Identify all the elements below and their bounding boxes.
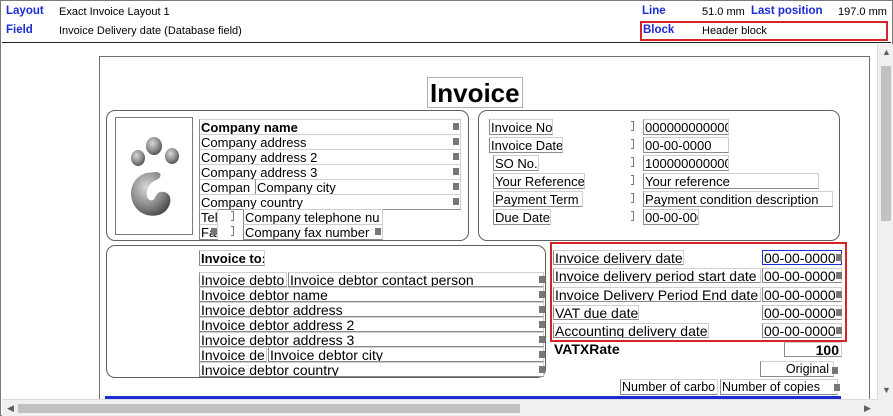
scroll-left-icon[interactable]: ◀ (7, 404, 14, 413)
your-reference-label[interactable]: Your Reference (493, 173, 585, 189)
line-value: 51.0 mm (702, 6, 745, 18)
invoice-date-label[interactable]: Invoice Date (489, 137, 563, 153)
debtor-address3-field[interactable]: Invoice debtor address 3 (199, 332, 544, 347)
debtor-city-field[interactable]: Invoice debtor city (268, 347, 544, 362)
invoice-to-panel: Invoice to: Invoice debto Invoice debtor… (106, 245, 546, 378)
debtor-address-field[interactable]: Invoice debtor address (199, 302, 544, 317)
selection-highlight (550, 242, 847, 342)
number-of-copies-field[interactable]: Number of copies (720, 379, 838, 395)
your-reference-value[interactable]: Your reference (643, 173, 819, 189)
so-no-value[interactable]: 1000000000000 (643, 155, 729, 171)
tel-label[interactable]: Tel (199, 209, 218, 225)
layout-value: Exact Invoice Layout 1 (59, 6, 170, 18)
layout-editor-window: Layout Exact Invoice Layout 1 Field Invo… (0, 0, 893, 416)
field-info-header: Layout Exact Invoice Layout 1 Field Invo… (2, 2, 891, 43)
invoice-title[interactable]: Invoice (427, 77, 523, 108)
company-country-field[interactable]: Company country (199, 194, 461, 210)
company-fax-field[interactable]: Company fax number (243, 224, 383, 240)
paw-logo-icon (131, 137, 179, 216)
last-position-label: Last position (751, 5, 823, 17)
company-address-field[interactable]: Company address (199, 134, 461, 150)
number-of-carbon-field[interactable]: Number of carbo (620, 379, 718, 395)
invoice-no-value[interactable]: 000000000000 (643, 119, 729, 135)
company-panel: Company name Company address Company add… (106, 110, 469, 241)
payment-term-value[interactable]: Payment condition description (643, 191, 833, 207)
debtor-country-field[interactable]: Invoice debtor country (199, 362, 544, 377)
scroll-down-icon[interactable]: ▼ (882, 386, 891, 395)
debtor-name-field[interactable]: Invoice debtor name (199, 287, 544, 302)
due-date-value[interactable]: 00-00-000 (643, 209, 699, 225)
invoice-no-label[interactable]: Invoice No. (489, 119, 553, 135)
debtor-address2-field[interactable]: Invoice debtor address 2 (199, 317, 544, 332)
vertical-scroll-thumb[interactable] (881, 66, 891, 221)
due-date-label[interactable]: Due Date (493, 209, 551, 225)
layout-canvas[interactable]: Invoice Company name Company address Com… (2, 44, 877, 399)
debtor-contact-label[interactable]: Invoice debto (199, 272, 287, 287)
company-postcode-field[interactable]: Compan (199, 179, 256, 195)
payment-term-label[interactable]: Payment Term (493, 191, 583, 207)
scroll-right-icon[interactable]: ▶ (864, 404, 871, 413)
scroll-up-icon[interactable]: ▲ (882, 48, 891, 57)
horizontal-scrollbar[interactable]: ◀ ▶ (2, 399, 877, 416)
invoice-date-value[interactable]: 00-00-0000 (643, 137, 729, 153)
debtor-contact-field[interactable]: Invoice debtor contact person (288, 272, 544, 287)
company-address2-field[interactable]: Company address 2 (199, 149, 461, 165)
field-value: Invoice Delivery date (Database field) (59, 25, 242, 37)
debtor-city-label[interactable]: Invoice de (199, 347, 267, 362)
so-no-label[interactable]: SO No. (493, 155, 539, 171)
report-page: Invoice Company name Company address Com… (99, 56, 870, 399)
vertical-scrollbar[interactable]: ▲ ▼ (877, 44, 893, 399)
original-field[interactable]: Original (760, 361, 834, 377)
company-logo[interactable] (115, 117, 193, 235)
vat-rate-value[interactable]: 100 (784, 342, 842, 357)
last-position-value: 197.0 mm (838, 6, 887, 18)
field-label: Field (6, 24, 33, 36)
scrollbar-corner (877, 399, 893, 416)
block-label: Block (643, 24, 675, 36)
company-city-field[interactable]: Company city (255, 179, 461, 195)
vat-rate-label[interactable]: VATXRate (553, 342, 625, 357)
line-label: Line (642, 5, 666, 17)
company-name-field[interactable]: Company name (199, 119, 461, 135)
block-value: Header block (702, 25, 767, 37)
company-address3-field[interactable]: Company address 3 (199, 164, 461, 180)
invoice-meta-panel: Invoice No. 000000000000 Invoice Date 00… (478, 110, 840, 241)
invoice-to-label[interactable]: Invoice to: (199, 250, 265, 266)
horizontal-scroll-thumb[interactable] (18, 404, 520, 413)
layout-label: Layout (6, 5, 44, 17)
company-telephone-field[interactable]: Company telephone nu (243, 209, 383, 225)
